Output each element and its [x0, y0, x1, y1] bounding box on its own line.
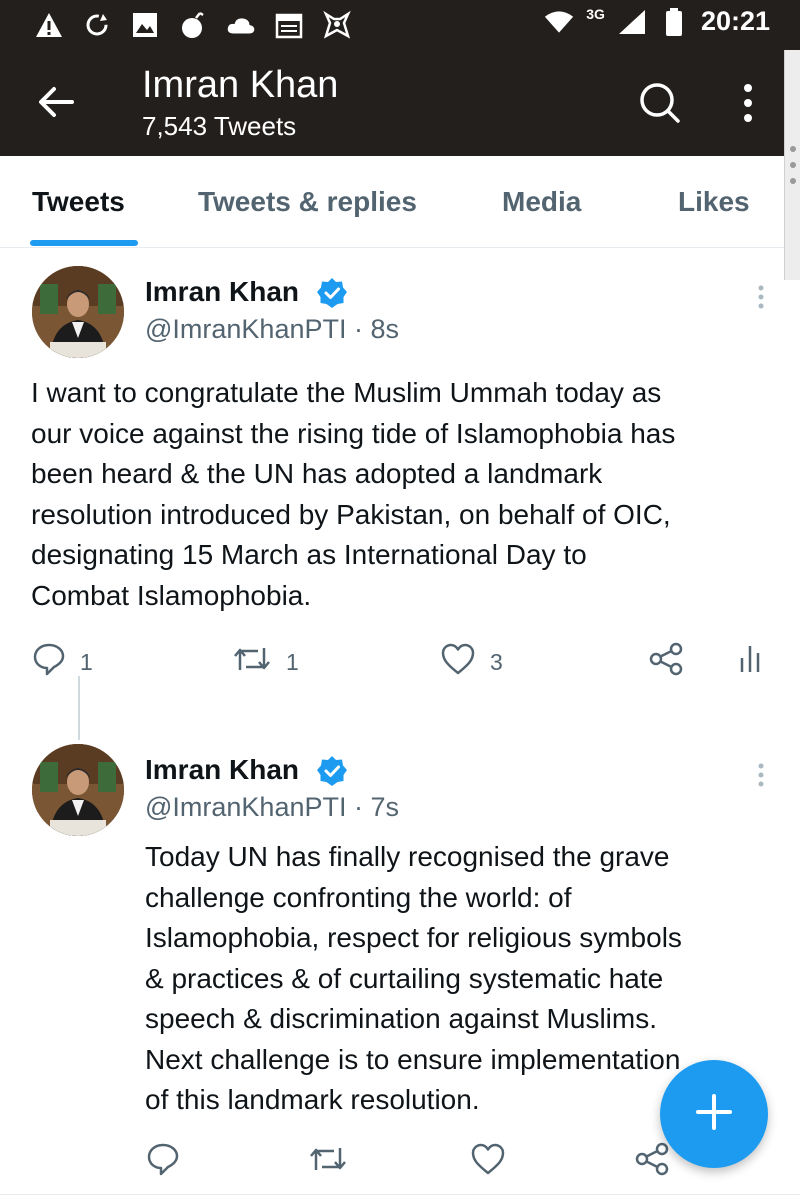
- tab-likes[interactable]: Likes: [678, 186, 750, 218]
- calendar-icon: [274, 10, 304, 40]
- cloud-icon: [226, 10, 256, 40]
- status-bar: 3G 20:21: [0, 0, 800, 50]
- scroll-indicator[interactable]: [784, 50, 800, 280]
- active-tab-indicator: [30, 240, 138, 246]
- tweet-text-line: resolution introduced by Pakistan, on be…: [31, 498, 671, 530]
- tweet-options-icon[interactable]: [754, 284, 768, 314]
- compose-tweet-button[interactable]: [660, 1060, 768, 1168]
- scroll-dot: [790, 146, 796, 152]
- verified-badge-icon: [316, 277, 348, 309]
- app-icon: [322, 10, 352, 40]
- tweet-options-icon[interactable]: [754, 762, 768, 792]
- battery-icon: [659, 7, 689, 37]
- network-type: 3G: [586, 5, 605, 22]
- like-button[interactable]: [470, 1142, 506, 1182]
- tweet-text-line: been heard & the UN has adopted a landma…: [31, 458, 603, 489]
- like-count: 3: [490, 648, 503, 675]
- share-button[interactable]: [648, 642, 684, 682]
- tweet-text-line: Today UN has finally recognised the grav…: [145, 841, 670, 872]
- author-handle: @ImranKhanPTI · 8s: [145, 314, 399, 344]
- divider: [0, 1194, 800, 1195]
- status-icons-right: 3G 20:21: [544, 6, 770, 37]
- tweet-text: I want to congratulate the Muslim Ummah …: [31, 373, 771, 616]
- signal-icon: [617, 7, 647, 37]
- tweet-text-line: Islamophobia, respect for religious symb…: [145, 922, 682, 953]
- tab-tweets-replies[interactable]: Tweets & replies: [198, 186, 417, 218]
- retweet-count: 1: [286, 648, 299, 675]
- author-name[interactable]: Imran Khan: [145, 276, 299, 308]
- tweet-text-line: & practices & of curtailing systematic h…: [145, 962, 664, 994]
- verified-badge-icon: [316, 755, 348, 787]
- analytics-button[interactable]: [738, 642, 764, 682]
- retweet-button[interactable]: [308, 1142, 348, 1182]
- tweet-text-line: challenge confronting the world: of: [145, 881, 572, 913]
- tweet-text-line: Combat Islamophobia.: [31, 579, 312, 611]
- avatar[interactable]: [32, 744, 124, 836]
- scroll-dot: [790, 178, 796, 184]
- tweet-text-line: our voice against the rising tide of Isl…: [31, 417, 676, 449]
- tweet-text-line: designating 15 March as International Da…: [31, 539, 587, 570]
- more-vertical-icon[interactable]: [734, 80, 762, 126]
- warning-icon: [34, 10, 64, 40]
- reply-count: 1: [80, 648, 93, 675]
- tweet-text-line: speech & discrimination against Muslims.: [145, 1003, 657, 1034]
- profile-header: Imran Khan 7,543 Tweets: [0, 50, 784, 156]
- reply-icon: [32, 642, 66, 682]
- author-handle: @ImranKhanPTI · 7s: [145, 792, 399, 822]
- like-button[interactable]: 3: [440, 642, 503, 682]
- author-name[interactable]: Imran Khan: [145, 754, 299, 786]
- retweet-button[interactable]: 1: [232, 642, 299, 682]
- wifi-icon: [544, 7, 574, 37]
- reply-button[interactable]: [146, 1142, 180, 1182]
- share-icon: [648, 642, 684, 682]
- status-time: 20:21: [700, 6, 770, 36]
- share-icon: [634, 1142, 670, 1182]
- plus-icon: [694, 1092, 734, 1137]
- heart-icon: [440, 642, 476, 682]
- sync-icon: [82, 10, 112, 40]
- reply-button[interactable]: 1: [32, 642, 93, 682]
- share-button[interactable]: [634, 1142, 670, 1182]
- search-icon[interactable]: [636, 80, 682, 126]
- reply-icon: [146, 1142, 180, 1182]
- tweet-text-line: I want to congratulate the Muslim Ummah …: [31, 377, 662, 408]
- retweet-icon: [308, 1142, 348, 1182]
- heart-icon: [470, 1142, 506, 1182]
- header-title: Imran Khan: [142, 64, 339, 106]
- back-arrow-icon[interactable]: [34, 80, 78, 124]
- bomb-icon: [178, 10, 208, 40]
- retweet-icon: [232, 642, 272, 682]
- tweet-count: 7,543 Tweets: [142, 111, 297, 141]
- tab-tweets[interactable]: Tweets: [32, 186, 125, 218]
- image-icon: [130, 10, 160, 40]
- status-icons-left: [34, 10, 352, 40]
- avatar[interactable]: [32, 266, 124, 358]
- analytics-icon: [738, 642, 764, 682]
- thread-connector: [78, 676, 80, 740]
- profile-tabs: Tweets Tweets & replies Media Likes: [0, 156, 784, 248]
- tab-media[interactable]: Media: [502, 186, 581, 218]
- scroll-dot: [790, 162, 796, 168]
